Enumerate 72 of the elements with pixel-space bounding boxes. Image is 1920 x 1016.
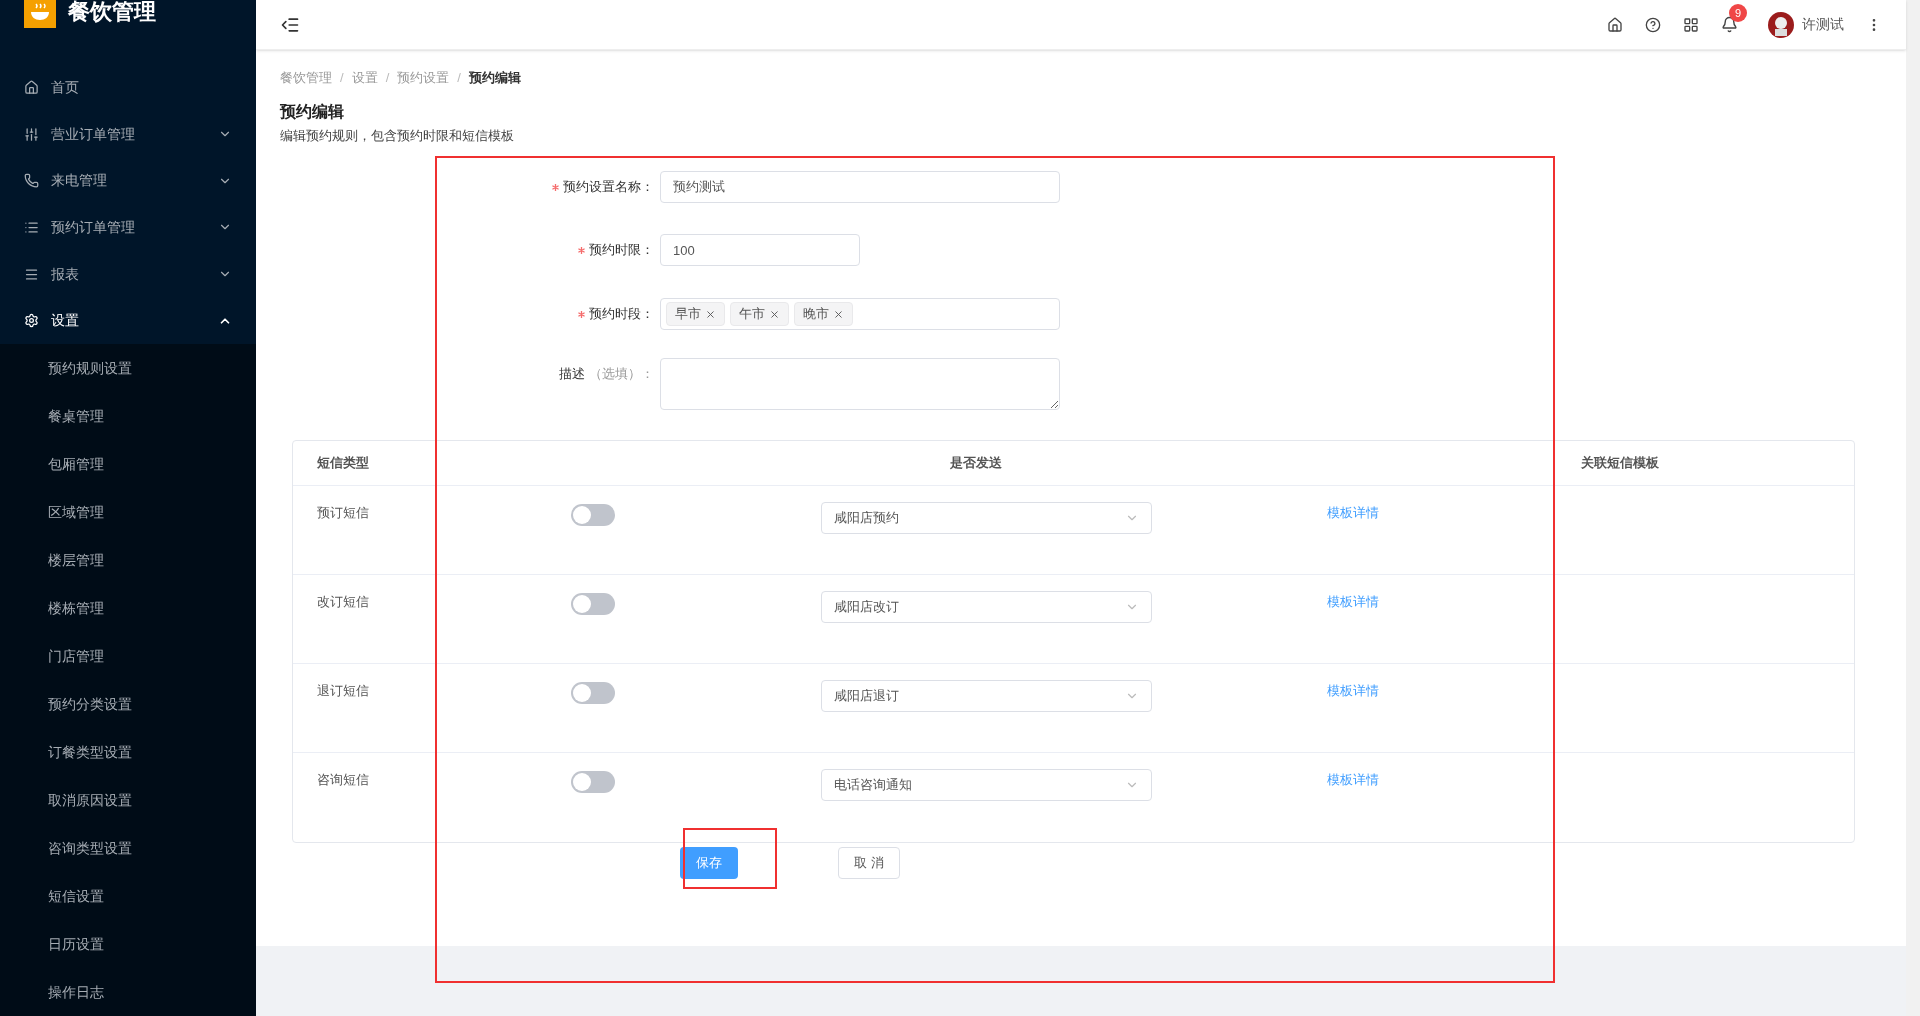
sidebar-item[interactable]: 预约订单管理 (51, 216, 218, 238)
menu-icon (24, 266, 39, 282)
table-cell-text: 退订短信 (316, 682, 370, 700)
submenu-item[interactable]: 短信设置 (0, 872, 256, 921)
column-header: 短信类型 (316, 454, 370, 473)
submenu-item[interactable]: 操作日志 (0, 968, 256, 1016)
submenu-item[interactable]: 预约分类设置 (0, 680, 256, 729)
field-label: 预约时段： (589, 305, 654, 324)
app-title: 餐饮管理 (68, 0, 156, 26)
table-cell-text: 咨询短信 (316, 771, 370, 789)
submenu-item[interactable]: 预约规则设置 (0, 344, 256, 393)
close-icon[interactable] (705, 308, 716, 320)
time-limit-input[interactable]: 100 (660, 234, 860, 266)
phone-icon (24, 173, 39, 189)
sliders-icon (24, 126, 39, 142)
submenu-item[interactable]: 包厢管理 (0, 440, 256, 489)
tag-label: 晚市 (803, 305, 829, 324)
cancel-button[interactable]: 取 消 (838, 847, 900, 879)
tag-label: 午市 (739, 305, 765, 324)
toggle-switch[interactable] (571, 504, 615, 526)
home-icon[interactable] (1607, 16, 1623, 33)
close-icon[interactable] (833, 308, 844, 320)
field-label: 描述 (559, 365, 585, 384)
submenu-item[interactable]: 楼栋管理 (0, 584, 256, 633)
submenu-item[interactable]: 日历设置 (0, 920, 256, 969)
sidebar-item[interactable]: 营业订单管理 (51, 123, 218, 145)
table-cell-text: 改订短信 (316, 593, 370, 611)
page-subtitle: 编辑预约规则，包含预约时限和短信模板 (280, 126, 515, 145)
tag-label: 早市 (675, 305, 701, 324)
column-header: 是否发送 (949, 454, 1003, 473)
sidebar-item[interactable]: 设置 (51, 310, 218, 332)
template-select[interactable]: 咸阳店预约 (821, 502, 1152, 534)
sidebar-item[interactable]: 报表 (51, 263, 218, 285)
field-label: 预约时限： (589, 241, 654, 260)
template-select[interactable]: 咸阳店改订 (821, 591, 1152, 623)
template-select[interactable]: 咸阳店退订 (821, 680, 1152, 712)
notification-badge: 9 (1729, 4, 1747, 22)
submenu-item[interactable]: 订餐类型设置 (0, 728, 256, 777)
list-icon (24, 219, 39, 235)
logo-icon (24, 0, 56, 28)
submenu-item[interactable]: 门店管理 (0, 632, 256, 681)
toggle-switch[interactable] (571, 771, 615, 793)
sidebar-item[interactable]: 首页 (51, 76, 232, 98)
table-cell-text: 预订短信 (316, 504, 370, 522)
help-icon[interactable] (1645, 16, 1661, 33)
optional-hint: （选填）： (589, 365, 654, 384)
submenu-item[interactable]: 餐桌管理 (0, 392, 256, 441)
submenu-item[interactable]: 咨询类型设置 (0, 824, 256, 873)
toggle-switch[interactable] (571, 593, 615, 615)
column-header: 关联短信模板 (1581, 454, 1659, 473)
user-name[interactable]: 许测试 (1802, 14, 1844, 35)
period-select[interactable]: 早市 午市 晚市 (660, 298, 1060, 330)
sidebar-item[interactable]: 来电管理 (51, 170, 218, 192)
page-title: 预约编辑 (280, 101, 345, 122)
template-select[interactable]: 电话咨询通知 (821, 769, 1152, 801)
submenu-item[interactable]: 区域管理 (0, 488, 256, 537)
breadcrumb-separator: / (385, 69, 390, 87)
breadcrumb-separator: / (457, 69, 461, 87)
submenu-item[interactable]: 取消原因设置 (0, 776, 256, 825)
breadcrumb-separator: / (340, 69, 344, 87)
name-input[interactable]: 预约测试 (660, 171, 1060, 203)
field-label: 预约设置名称： (563, 178, 654, 197)
settings-icon (24, 313, 39, 329)
home-icon (24, 79, 39, 95)
bell-icon[interactable] (1721, 16, 1738, 33)
breadcrumb-item: 预约编辑 (468, 69, 521, 87)
submenu-item[interactable]: 楼层管理 (0, 536, 256, 585)
close-icon[interactable] (769, 308, 780, 320)
grid-icon[interactable] (1683, 16, 1699, 33)
toggle-switch[interactable] (571, 682, 615, 704)
avatar[interactable] (1768, 11, 1794, 38)
scrollbar[interactable] (1906, 0, 1920, 1016)
